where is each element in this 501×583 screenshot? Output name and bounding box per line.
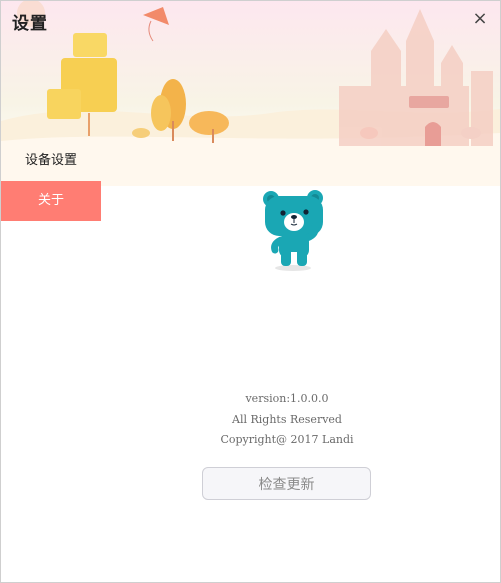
settings-sidebar: 设备设置 关于 (1, 141, 101, 221)
window-title: 设置 (12, 14, 48, 34)
about-info: version:1.0.0.0 All Rights Reserved Copy… (187, 389, 387, 451)
close-icon[interactable]: × (470, 9, 490, 29)
rights-text: All Rights Reserved (232, 412, 342, 426)
copyright-text: Copyright@ 2017 Landi (220, 433, 354, 446)
settings-window: 设置 × 设备设置 关于 version:1.0.0.0 All Rights … (0, 0, 501, 583)
teal-bear-icon (257, 186, 329, 274)
version-text: version:1.0.0.0 (245, 392, 329, 405)
sidebar-item-device-settings[interactable]: 设备设置 (1, 141, 101, 181)
sidebar-item-about[interactable]: 关于 (1, 181, 101, 221)
check-update-button[interactable]: 检查更新 (202, 467, 371, 500)
